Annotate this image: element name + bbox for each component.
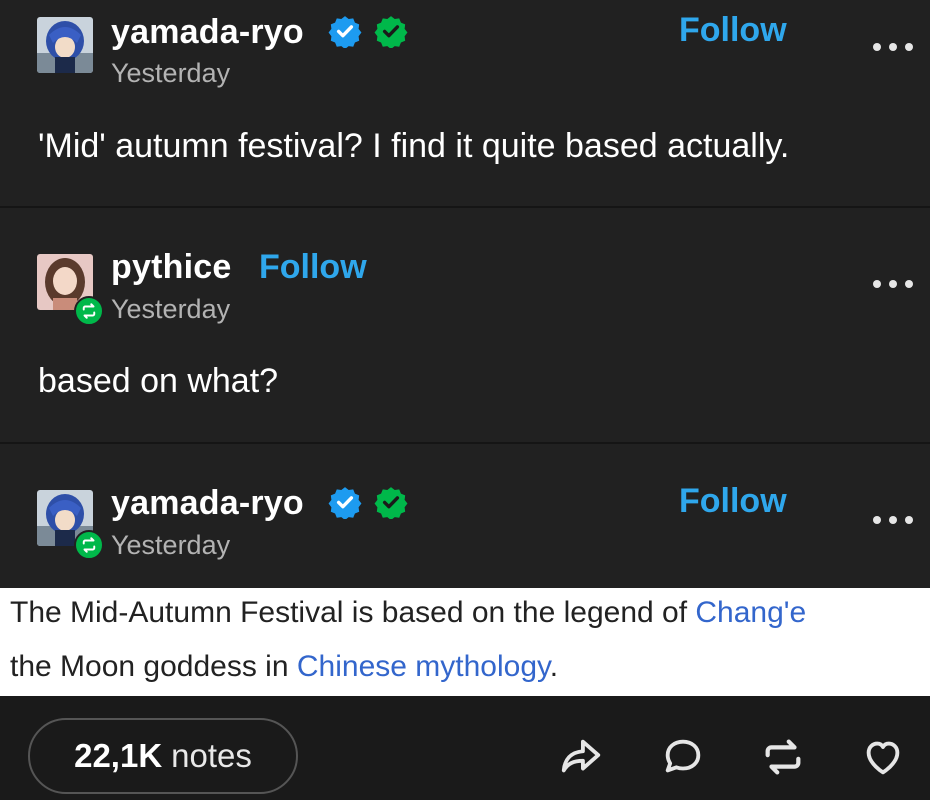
green-verified-icon xyxy=(374,487,408,519)
reblog-icon[interactable] xyxy=(760,734,806,780)
notes-button[interactable]: 22,1K notes xyxy=(28,718,298,794)
post-text: based on what? xyxy=(38,362,279,400)
follow-button[interactable]: Follow xyxy=(679,11,787,50)
post-time: Yesterday xyxy=(111,58,231,88)
follow-button[interactable]: Follow xyxy=(259,248,367,287)
more-options-icon[interactable] xyxy=(873,514,913,526)
username[interactable]: yamada-ryo xyxy=(111,13,304,52)
reblog-icon xyxy=(74,530,104,560)
notes-count: 22,1K xyxy=(74,737,163,774)
wiki-text: . xyxy=(549,650,559,683)
reply-icon[interactable] xyxy=(660,734,706,780)
post-1: yamada-ryo Yesterday Follow 'Mid' autumn… xyxy=(0,0,930,206)
notes-label: notes xyxy=(171,737,252,774)
post-time: Yesterday xyxy=(111,294,231,324)
blue-verified-icon xyxy=(328,16,362,48)
wiki-text: The Mid-Autumn Festival is based on the … xyxy=(10,596,696,629)
blue-verified-icon xyxy=(328,487,362,519)
like-icon[interactable] xyxy=(860,734,906,780)
wiki-link-change[interactable]: Chang'e xyxy=(695,596,806,629)
reblog-icon xyxy=(74,296,104,326)
post-footer: 22,1K notes xyxy=(0,696,930,800)
quoted-wiki-image: The Mid-Autumn Festival is based on the … xyxy=(0,588,930,696)
share-icon[interactable] xyxy=(558,734,604,780)
green-verified-icon xyxy=(374,16,408,48)
more-options-icon[interactable] xyxy=(873,41,913,53)
post-text: 'Mid' autumn festival? I find it quite b… xyxy=(38,127,790,165)
wiki-text: the Moon goddess in xyxy=(10,650,297,683)
follow-button[interactable]: Follow xyxy=(679,482,787,521)
username[interactable]: yamada-ryo xyxy=(111,484,304,523)
wiki-line-2: the Moon goddess in Chinese mythology. xyxy=(10,650,558,684)
more-options-icon[interactable] xyxy=(873,278,913,290)
post-2: pythice Follow Yesterday based on what? xyxy=(0,208,930,442)
wiki-line-1: The Mid-Autumn Festival is based on the … xyxy=(10,596,806,630)
wiki-link-chinese-mythology[interactable]: Chinese mythology xyxy=(297,650,550,683)
post-time: Yesterday xyxy=(111,530,231,560)
avatar[interactable] xyxy=(37,17,93,73)
username[interactable]: pythice xyxy=(111,248,231,287)
post-3: yamada-ryo Yesterday Follow xyxy=(0,444,930,592)
